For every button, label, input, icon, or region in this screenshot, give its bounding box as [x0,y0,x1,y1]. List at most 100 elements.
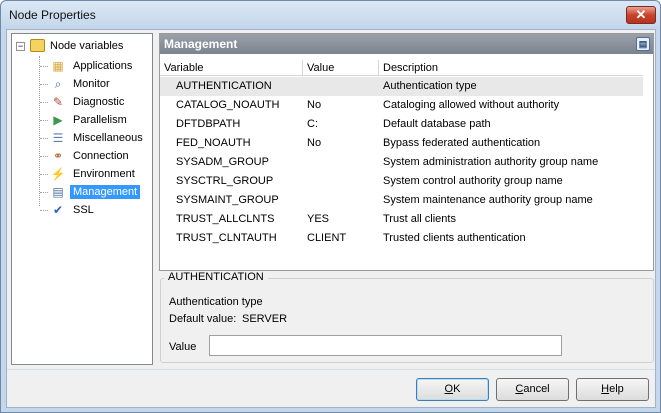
tree-item-label: Miscellaneous [73,132,143,144]
table-row[interactable]: AUTHENTICATION Authentication type [160,77,643,96]
value-label: Value [169,341,197,353]
folder-icon [30,39,45,52]
description-cell: Bypass federated authentication [383,137,541,149]
tree-item-connection[interactable]: ⚭ Connection [40,147,152,165]
connection-icon: ⚭ [52,149,64,163]
tree-item-label: Monitor [73,78,110,90]
variable-cell: TRUST_CLNTAUTH [176,232,277,244]
table-row[interactable]: CATALOG_NOAUTH No Cataloging allowed witho… [160,96,643,115]
collapse-icon[interactable]: − [16,42,25,51]
help-button[interactable]: Help [576,378,649,401]
column-header-variable[interactable]: Variable [164,62,204,74]
dialog-client-area: − Node variables ▦ Applications ⌕ Monitor ✎ D… [6,29,656,408]
column-divider[interactable] [378,60,379,75]
parallelism-icon: ▶ [53,113,63,127]
variables-panel: Management ▤ Variable Value Description … [159,33,654,271]
description-cell: Cataloging allowed without authority [383,99,560,111]
table-row[interactable]: SYSCTRL_GROUP System control authority gr… [160,172,643,191]
title-bar[interactable]: Node Properties ✕ [1,1,660,29]
tree-item-label: Environment [73,168,135,180]
node-variables-tree[interactable]: − Node variables ▦ Applications ⌕ Monitor ✎ D… [11,33,153,365]
table-row[interactable]: FED_NOAUTH No Bypass federated authenticat… [160,134,643,153]
management-icon: ▤ [52,185,64,199]
tree-item-ssl[interactable]: ✔ SSL [40,201,152,219]
tree-connector [40,66,48,67]
button-area-separator [7,369,655,370]
tree-item-label: Diagnostic [73,96,125,108]
node-properties-window: Node Properties ✕ − Node variables ▦ Appl… [0,0,661,413]
help-label-rest: elp [609,383,624,395]
panel-title: Management [164,37,238,51]
tree-item-miscellaneous[interactable]: ☰ Miscellaneous [40,129,152,147]
variable-cell: CATALOG_NOAUTH [176,99,280,111]
value-cell: C: [307,118,318,130]
tree-item-label: Parallelism [73,114,127,126]
table-row[interactable]: SYSMAINT_GROUP System maintenance authori… [160,191,643,210]
details-description: Authentication type [169,296,263,308]
applications-icon: ▦ [52,59,64,73]
tree-connector [40,174,48,175]
description-cell: Trusted clients authentication [383,232,526,244]
value-cell: No [307,99,322,111]
ok-accelerator: O [444,383,454,395]
tree-connector [40,84,48,85]
tree-item-environment[interactable]: ⚡ Environment [40,165,152,183]
variable-cell: SYSCTRL_GROUP [176,175,274,187]
help-accelerator: H [601,383,610,395]
tree-item-label: SSL [73,204,94,216]
table-row[interactable]: SYSADM_GROUP System administration author… [160,153,643,172]
description-cell: System administration authority group na… [383,156,599,168]
variable-cell: AUTHENTICATION [176,80,272,92]
tree-item-parallelism[interactable]: ▶ Parallelism [40,111,152,129]
tree-item-label: Applications [73,60,133,72]
tree-connector [40,210,48,211]
description-cell: System control authority group name [383,175,563,187]
variable-cell: DFTDBPATH [176,118,241,130]
tree-item-label: Connection [73,150,129,162]
description-cell: Trust all clients [383,213,456,225]
diagnostic-icon: ✎ [52,95,64,109]
column-divider[interactable] [302,60,303,75]
column-header-description[interactable]: Description [383,62,438,74]
cancel-button[interactable]: Cancel [496,378,569,401]
tree-item-label: Management [70,185,141,199]
tree-connector [40,102,48,103]
tree-item-applications[interactable]: ▦ Applications [40,57,152,75]
tree-connector [40,138,48,139]
grid-header: Variable Value Description [160,60,643,76]
table-row[interactable]: DFTDBPATH C: Default database path [160,115,643,134]
close-icon: ✕ [635,7,647,22]
value-cell: No [307,137,322,149]
variable-cell: FED_NOAUTH [176,137,251,149]
variable-cell: TRUST_ALLCLNTS [176,213,275,225]
tree-connector [40,156,48,157]
description-cell: System maintenance authority group name [383,194,593,206]
default-value-text: SERVER [242,313,288,325]
details-group-title: AUTHENTICATION [164,271,268,283]
panel-header: Management ▤ [160,34,653,54]
tree-item-management[interactable]: ▤ Management [40,183,152,201]
variable-cell: SYSMAINT_GROUP [176,194,279,206]
description-cell: Default database path [383,118,491,130]
cancel-label-rest: ancel [523,383,550,395]
tree-item-diagnostic[interactable]: ✎ Diagnostic [40,93,152,111]
tree-connector [40,120,48,121]
value-input[interactable] [209,335,562,356]
window-title: Node Properties [9,8,96,22]
table-row[interactable]: TRUST_ALLCLNTS YES Trust all clients [160,210,643,229]
default-value-label: Default value: [169,313,237,325]
ok-label-rest: K [453,383,461,395]
close-button[interactable]: ✕ [626,6,656,24]
description-cell: Authentication type [383,80,477,92]
table-row[interactable]: TRUST_CLNTAUTH CLIENT Trusted clients auth… [160,229,643,248]
ok-button[interactable]: OK [416,378,489,401]
ssl-icon: ✔ [52,203,64,217]
value-cell: CLIENT [307,232,347,244]
value-cell: YES [307,213,330,225]
tree-root-label: Node variables [50,40,124,52]
column-header-value[interactable]: Value [307,62,334,74]
variable-cell: SYSADM_GROUP [176,156,269,168]
tree-item-monitor[interactable]: ⌕ Monitor [40,75,152,93]
properties-icon[interactable]: ▤ [636,37,650,51]
monitor-magnifier-icon: ⌕ [54,77,62,91]
